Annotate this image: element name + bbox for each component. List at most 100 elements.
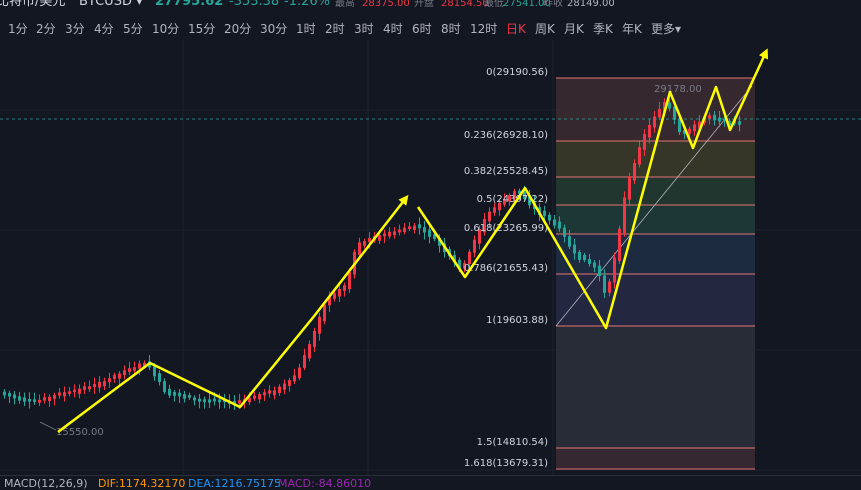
symbol-header: 比特币/美元 BTCUSD ▾ 27795.62 -353.38 -1.26% … <box>0 0 861 12</box>
timeframe-2h[interactable]: 2时 <box>325 20 345 37</box>
wave-arrow-1[interactable] <box>57 194 409 433</box>
candle-body <box>488 211 491 222</box>
candle-body <box>543 210 546 216</box>
timeframe-2m[interactable]: 2分 <box>36 20 56 37</box>
candle-body <box>253 395 256 399</box>
candle-body <box>708 115 711 119</box>
timeframe-15m[interactable]: 15分 <box>188 20 215 37</box>
timeframe-5m[interactable]: 5分 <box>123 20 143 37</box>
timeframe-bar: 1分 2分 3分 4分 5分 10分 15分 20分 30分 1时 2时 3时 … <box>0 14 861 40</box>
candle-body <box>668 102 671 109</box>
fib-level-label: 1(19603.88) <box>486 315 548 326</box>
candle-body <box>178 392 181 397</box>
timeframe-4m[interactable]: 4分 <box>94 20 114 37</box>
candle-body <box>198 398 201 402</box>
candle-body <box>63 392 66 397</box>
macd-label[interactable]: MACD(12,26,9) <box>4 477 88 490</box>
timeframe-weekly[interactable]: 周K <box>535 20 555 37</box>
candle-body <box>348 271 351 290</box>
high-label: 最高 <box>335 0 355 9</box>
candle-body <box>413 225 416 230</box>
candle-body <box>713 114 716 121</box>
timeframe-20m[interactable]: 20分 <box>224 20 251 37</box>
candle-body <box>493 207 496 213</box>
fib-level-labels: 0(29190.56) 0.236(26928.10) 0.382(25528.45… <box>464 67 548 469</box>
candle-body <box>28 398 31 402</box>
candle-body <box>473 239 476 253</box>
timeframe-8h[interactable]: 8时 <box>441 20 461 37</box>
candle-body <box>88 386 91 390</box>
timeframe-3h[interactable]: 3时 <box>354 20 374 37</box>
fib-zone <box>556 448 755 469</box>
candle-body <box>273 390 276 396</box>
candle-body <box>613 257 616 283</box>
candle-body <box>363 241 366 246</box>
candle-body <box>323 304 326 322</box>
timeframe-yearly[interactable]: 年K <box>622 20 642 37</box>
candle-body <box>288 380 291 386</box>
timeframe-12h[interactable]: 12时 <box>470 20 497 37</box>
low-marker-pointer <box>39 421 57 431</box>
candle-body <box>73 389 76 393</box>
price-change-pct: -1.26% <box>284 0 330 9</box>
candle-body <box>688 128 691 134</box>
candle-body <box>203 399 206 403</box>
timeframe-6h[interactable]: 6时 <box>412 20 432 37</box>
candle-body <box>13 394 16 399</box>
candle-body <box>163 381 166 393</box>
candle-body <box>383 233 386 237</box>
fib-level-label: 0.5(24397.22) <box>477 194 549 205</box>
open-label: 开盘 <box>414 0 434 9</box>
timeframe-4h[interactable]: 4时 <box>383 20 403 37</box>
candle-body <box>603 275 606 293</box>
candle-body <box>563 227 566 237</box>
low-label: 最低 <box>484 0 504 9</box>
open-value: 28154.50 <box>441 0 489 9</box>
timeframe-1m[interactable]: 1分 <box>8 20 28 37</box>
candle-body <box>263 392 266 396</box>
candle-body <box>423 227 426 233</box>
timeframe-3m[interactable]: 3分 <box>65 20 85 37</box>
candle-body <box>418 224 421 229</box>
candle-body <box>8 392 11 397</box>
candle-body <box>283 383 286 390</box>
timeframe-quarterly[interactable]: 季K <box>593 20 613 37</box>
candle-body <box>258 394 261 400</box>
candle-body <box>128 368 131 372</box>
timeframe-1h[interactable]: 1时 <box>296 20 316 37</box>
candle-body <box>208 399 211 403</box>
candle-body <box>293 375 296 382</box>
timeframe-daily[interactable]: 日K <box>506 20 526 37</box>
candle-body <box>638 147 641 165</box>
candle-body <box>408 226 411 230</box>
candle-body <box>313 331 316 347</box>
candle-body <box>83 386 86 390</box>
timeframe-more[interactable]: 更多▾ <box>651 20 681 37</box>
candle-body <box>68 391 71 394</box>
high-value: 28375.00 <box>362 0 410 9</box>
symbol-name: 比特币/美元 <box>0 0 66 9</box>
candle-body <box>238 400 241 404</box>
fib-zone <box>556 326 755 448</box>
timeframe-monthly[interactable]: 月K <box>564 20 584 37</box>
symbol-selector[interactable]: BTCUSD ▾ <box>79 0 143 8</box>
candle-body <box>308 344 311 359</box>
candle-body <box>98 381 101 388</box>
candle-body <box>428 229 431 237</box>
candle-body <box>138 363 141 369</box>
candle-body <box>58 392 61 396</box>
candle-body <box>648 124 651 138</box>
macd-dea: DEA:1216.75175 <box>188 477 281 490</box>
timeframe-10m[interactable]: 10分 <box>152 20 179 37</box>
timeframe-30m[interactable]: 30分 <box>260 20 287 37</box>
candle-body <box>188 395 191 398</box>
candle-body <box>108 378 111 383</box>
candle-body <box>558 221 561 229</box>
candle-body <box>333 293 336 299</box>
candle-body <box>658 108 661 118</box>
price-chart[interactable]: 0(29190.56) 0.236(26928.10) 0.382(25528.45… <box>0 40 861 475</box>
macd-value: MACD:-84.86010 <box>278 477 372 490</box>
candle-body <box>278 386 281 394</box>
candle-body <box>93 383 96 388</box>
candle-body <box>23 397 26 402</box>
